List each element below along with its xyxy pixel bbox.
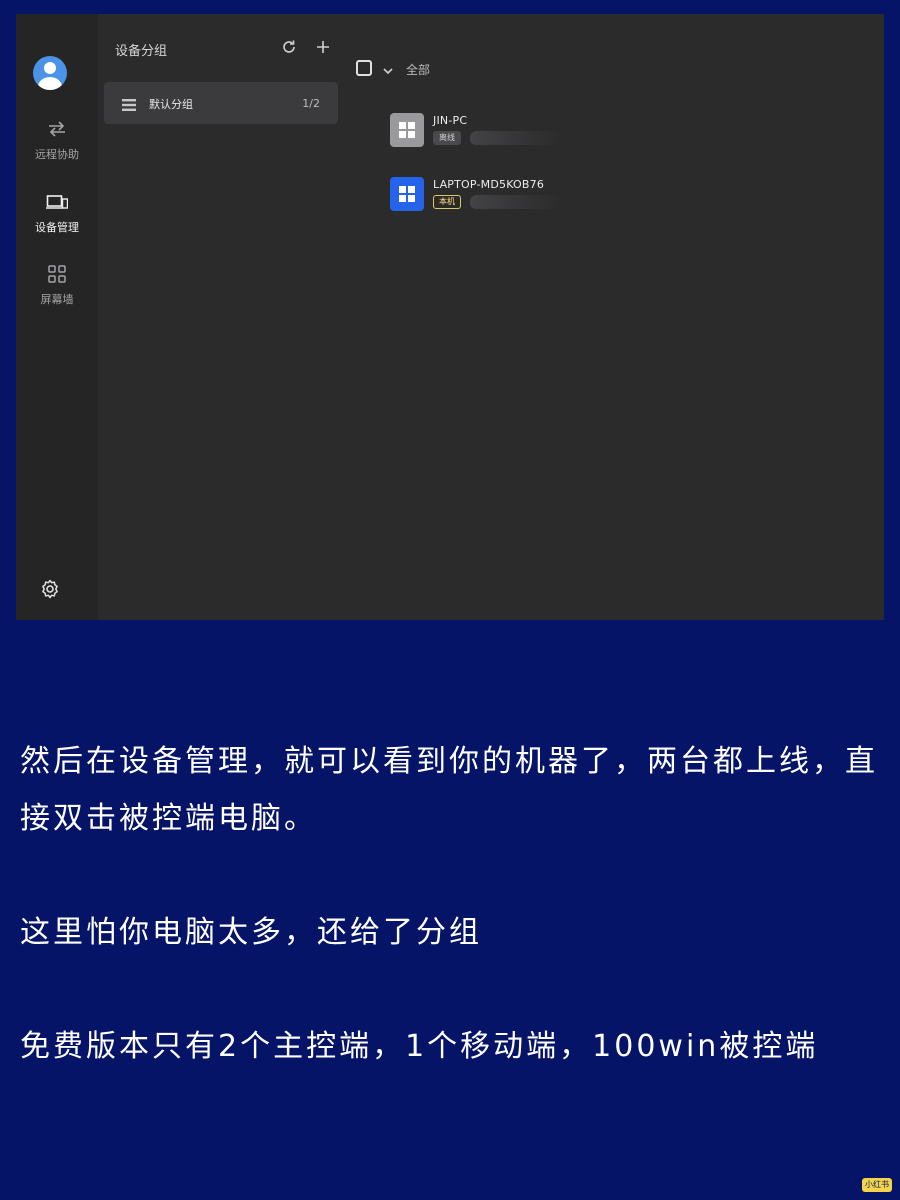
nav-rail: 远程协助 设备管理 屏幕墙	[16, 14, 98, 620]
device-name: LAPTOP-MD5KOB76	[433, 178, 545, 191]
redacted-info	[470, 131, 560, 145]
caption-paragraph-2: 这里怕你电脑太多，还给了分组	[20, 915, 482, 950]
nav-item-label: 设备管理	[35, 221, 79, 234]
redacted-info	[470, 195, 560, 209]
device-item-laptop[interactable]: LAPTOP-MD5KOB76 本机	[390, 177, 650, 217]
caption-paragraph-3: 免费版本只有2个主控端，1个移动端，100win被控端	[20, 1029, 819, 1064]
nav-item-label: 远程协助	[35, 148, 79, 161]
status-badge: 本机	[433, 195, 461, 209]
windows-icon	[390, 177, 424, 211]
filter-dropdown-label[interactable]: 全部	[406, 61, 430, 78]
status-badge: 离线	[433, 131, 461, 145]
watermark: 小红书	[862, 1178, 892, 1192]
grid-icon	[16, 263, 98, 285]
avatar[interactable]	[33, 56, 67, 90]
group-name: 默认分组	[149, 98, 193, 111]
nav-item-remote-assist[interactable]: 远程协助	[16, 118, 98, 162]
devices-icon	[16, 191, 98, 213]
group-panel-title: 设备分组	[115, 44, 168, 59]
gear-icon[interactable]	[40, 579, 60, 599]
nav-item-label: 屏幕墙	[40, 293, 74, 306]
device-list-panel: 全部 JIN-PC 离线 LAPTOP-MD5KOB76 本机	[356, 14, 884, 620]
nav-item-screen-wall[interactable]: 屏幕墙	[16, 263, 98, 307]
group-panel: 设备分组 默认分组 1/2	[98, 14, 356, 620]
device-name: JIN-PC	[433, 114, 468, 127]
chevron-down-icon[interactable]	[382, 62, 394, 75]
swap-arrows-icon	[16, 118, 98, 140]
group-item-default[interactable]: 默认分组 1/2	[104, 82, 338, 124]
nav-item-device-management[interactable]: 设备管理	[16, 191, 98, 235]
app-window: 远程协助 设备管理 屏幕墙 设备分组 默认分组 1/2 全部 JIN-PC 离线…	[16, 14, 884, 620]
caption-paragraph-1: 然后在设备管理，就可以看到你的机器了，两台都上线，直接双击被控端电脑。	[20, 744, 878, 836]
refresh-icon[interactable]	[281, 39, 297, 55]
add-group-icon[interactable]	[314, 38, 332, 56]
device-item-jin-pc[interactable]: JIN-PC 离线	[390, 113, 650, 153]
list-icon	[122, 96, 136, 115]
group-count: 1/2	[302, 97, 320, 110]
windows-icon	[390, 113, 424, 147]
select-all-checkbox[interactable]	[356, 60, 372, 76]
